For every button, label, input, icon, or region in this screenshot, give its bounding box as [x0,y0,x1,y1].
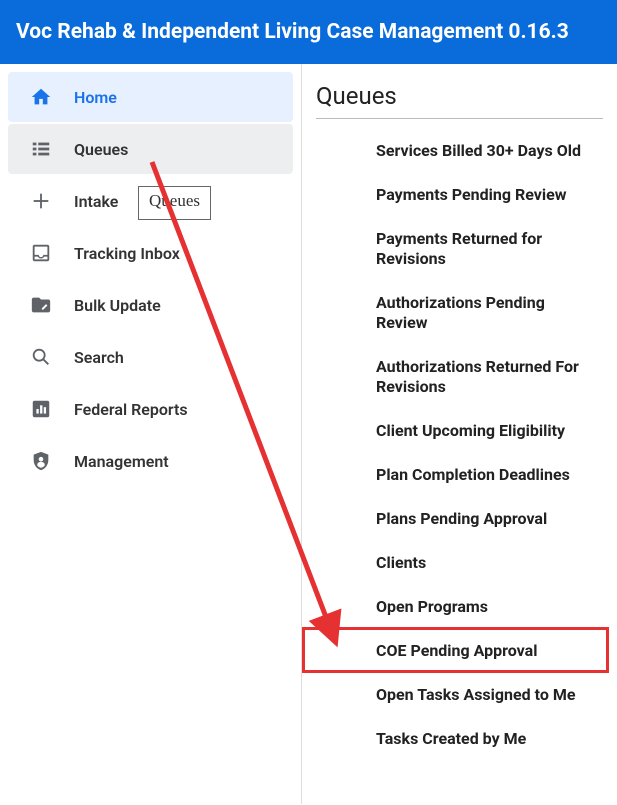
sidebar-item-federal-reports[interactable]: Federal Reports [8,384,293,434]
content-panel: Queues Services Billed 30+ Days OldPayme… [302,64,617,804]
page-title: Queues [316,82,603,119]
tooltip-text: Queues [149,191,200,210]
sidebar-item-label: Federal Reports [74,400,188,419]
sidebar-item-management[interactable]: Management [8,436,293,486]
folder-edit-icon [8,294,74,316]
queue-list: Services Billed 30+ Days OldPayments Pen… [316,129,603,761]
queue-item[interactable]: Open Tasks Assigned to Me [368,673,603,717]
sidebar-item-search[interactable]: Search [8,332,293,382]
sidebar-item-label: Intake [74,192,118,211]
sidebar-item-label: Tracking Inbox [74,244,180,263]
queue-item[interactable]: Plans Pending Approval [368,497,603,541]
queue-item[interactable]: Plan Completion Deadlines [368,453,603,497]
queue-item[interactable]: Authorizations Pending Review [368,281,603,345]
queue-item[interactable]: Authorizations Returned For Revisions [368,345,603,409]
app-title: Voc Rehab & Independent Living Case Mana… [16,20,569,44]
queue-item[interactable]: Services Billed 30+ Days Old [368,129,603,173]
sidebar-item-label: Queues [74,140,128,159]
main-layout: Home Queues Intake Queues Tracking Inbox [0,64,617,804]
home-icon [8,86,74,108]
sidebar-item-intake[interactable]: Intake Queues [8,176,293,226]
sidebar-item-label: Management [74,452,169,471]
queue-item[interactable]: Open Programs [368,585,603,629]
sidebar-item-label: Home [74,88,117,107]
list-icon [8,138,74,160]
queue-item[interactable]: Payments Pending Review [368,173,603,217]
inbox-icon [8,242,74,264]
plus-icon [8,190,74,212]
queue-item[interactable]: COE Pending Approval [368,629,603,673]
sidebar-item-tracking-inbox[interactable]: Tracking Inbox [8,228,293,278]
search-icon [8,346,74,368]
queue-item[interactable]: Client Upcoming Eligibility [368,409,603,453]
shield-user-icon [8,450,74,472]
sidebar-item-home[interactable]: Home [8,72,293,122]
queue-item[interactable]: Payments Returned for Revisions [368,217,603,281]
bar-chart-icon [8,398,74,420]
app-header: Voc Rehab & Independent Living Case Mana… [0,0,617,64]
sidebar-item-queues[interactable]: Queues [8,124,293,174]
queue-item[interactable]: Clients [368,541,603,585]
sidebar-item-label: Bulk Update [74,296,161,315]
tooltip: Queues [138,186,211,220]
sidebar: Home Queues Intake Queues Tracking Inbox [0,64,302,804]
sidebar-item-label: Search [74,348,124,367]
sidebar-item-bulk-update[interactable]: Bulk Update [8,280,293,330]
queue-item[interactable]: Tasks Created by Me [368,717,603,761]
